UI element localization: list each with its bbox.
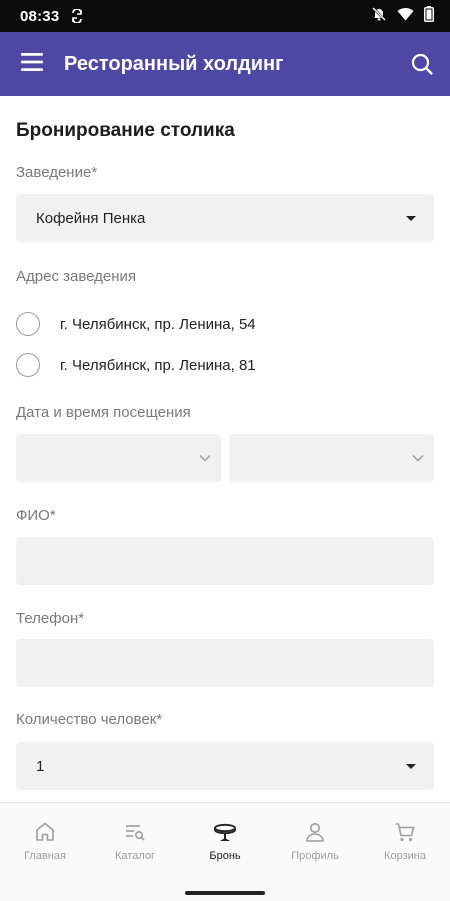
page-title: Бронирование столика [16,120,235,141]
battery-icon [424,5,434,27]
address-option-label: г. Челябинск, пр. Ленина, 81 [60,356,256,374]
fio-label: ФИО* [16,507,56,524]
menu-icon[interactable] [20,52,44,77]
phone-label: Телефон* [16,610,85,627]
profile-icon [303,818,327,846]
dropdown-arrow-icon [406,763,416,769]
notifications-off-icon [371,6,387,27]
nav-catalog[interactable]: Каталог [90,803,180,877]
address-option-2[interactable]: г. Челябинск, пр. Ленина, 81 [16,353,256,377]
address-label: Адрес заведения [16,268,137,285]
address-option-1[interactable]: г. Челябинск, пр. Ленина, 54 [16,312,256,336]
fio-input[interactable] [16,537,434,585]
phone-input[interactable] [16,639,434,687]
nav-label: Каталог [115,850,155,862]
app-bar: Ресторанный холдинг [0,32,450,96]
wifi-icon [397,7,414,26]
chevron-down-icon [199,449,211,467]
cart-icon [393,818,417,846]
guests-value: 1 [36,757,45,775]
gesture-bar[interactable] [185,891,265,895]
guests-label: Количество человек* [16,711,163,728]
time-select[interactable] [229,434,434,482]
nav-label: Бронь [209,850,241,862]
address-option-label: г. Челябинск, пр. Ленина, 54 [60,315,256,333]
dropdown-arrow-icon [406,215,416,221]
sync-icon [71,9,83,23]
bottom-navigation: Главная Каталог Бронь Профиль Корзина [0,802,450,901]
nav-booking[interactable]: Бронь [180,803,270,877]
nav-label: Корзина [384,850,426,862]
chevron-down-icon [412,449,424,467]
venue-select[interactable]: Кофейня Пенка [16,194,434,242]
guests-select[interactable]: 1 [16,742,434,790]
venue-value: Кофейня Пенка [36,209,146,227]
search-icon[interactable] [410,52,434,76]
booking-icon [212,818,238,846]
nav-label: Главная [24,850,66,862]
date-select[interactable] [16,434,221,482]
venue-label: Заведение* [16,164,98,181]
catalog-icon [123,818,147,846]
home-icon [33,818,57,846]
status-bar: 08:33 [0,0,450,32]
radio-button[interactable] [16,312,40,336]
nav-cart[interactable]: Корзина [360,803,450,877]
nav-label: Профиль [291,850,339,862]
app-title: Ресторанный холдинг [64,52,284,75]
nav-home[interactable]: Главная [0,803,90,877]
nav-profile[interactable]: Профиль [270,803,360,877]
radio-button[interactable] [16,353,40,377]
datetime-label: Дата и время посещения [16,404,191,421]
status-time: 08:33 [20,7,60,25]
